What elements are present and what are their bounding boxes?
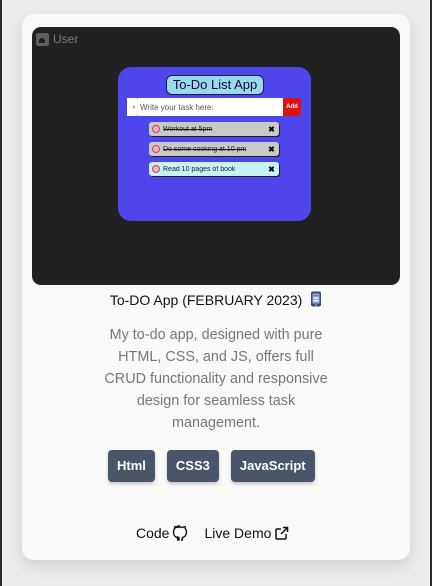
user-label: User (53, 32, 79, 46)
todo-app-mockup: To-Do List App Add Workout at 5pm ✖ Do s… (118, 67, 311, 221)
task-check-icon (152, 125, 160, 133)
user-tag: User (36, 32, 78, 46)
todo-item[interactable]: Do some cooking at 10 pm ✖ (149, 142, 279, 156)
project-title-row: To-DO App (FEBRUARY 2023) (22, 291, 410, 308)
todo-app-title: To-Do List App (166, 75, 264, 95)
project-preview-image[interactable]: User To-Do List App Add Workout at 5pm ✖… (32, 27, 400, 285)
todo-item-text: Do some cooking at 10 pm (163, 145, 247, 153)
project-links: Code Live Demo (136, 525, 289, 541)
delete-icon[interactable]: ✖ (267, 145, 276, 154)
phone-icon (311, 291, 322, 307)
todo-item[interactable]: Workout at 5pm ✖ (149, 122, 279, 136)
add-task-button[interactable]: Add (283, 98, 301, 116)
tech-tags: Html CSS3 JavaScript (108, 450, 315, 482)
project-description: My to-do app, designed with pure HTML, C… (104, 327, 328, 431)
code-link-label: Code (136, 525, 170, 541)
todo-item-text: Read 10 pages of book (163, 165, 236, 173)
project-card: User To-Do List App Add Workout at 5pm ✖… (22, 14, 410, 560)
code-link[interactable]: Code (136, 525, 188, 541)
tech-tag: JavaScript (230, 450, 315, 482)
tech-tag: Html (108, 450, 155, 482)
todo-item[interactable]: Read 10 pages of book ✖ (149, 162, 279, 176)
hand-pointing-icon (127, 98, 137, 116)
tech-tag: CSS3 (166, 450, 219, 482)
todo-item-text: Workout at 5pm (163, 125, 213, 133)
task-check-icon (152, 145, 160, 153)
user-icon (36, 32, 49, 46)
live-demo-link[interactable]: Live Demo (204, 525, 289, 541)
delete-icon[interactable]: ✖ (267, 165, 276, 174)
task-input-row: Add (127, 98, 301, 116)
project-title: To-DO App (FEBRUARY 2023) (109, 292, 303, 308)
delete-icon[interactable]: ✖ (267, 125, 276, 134)
task-check-icon (152, 165, 160, 173)
live-demo-label: Live Demo (204, 525, 272, 541)
task-input[interactable] (137, 98, 283, 116)
external-link-icon (275, 526, 289, 540)
github-icon (173, 525, 188, 541)
